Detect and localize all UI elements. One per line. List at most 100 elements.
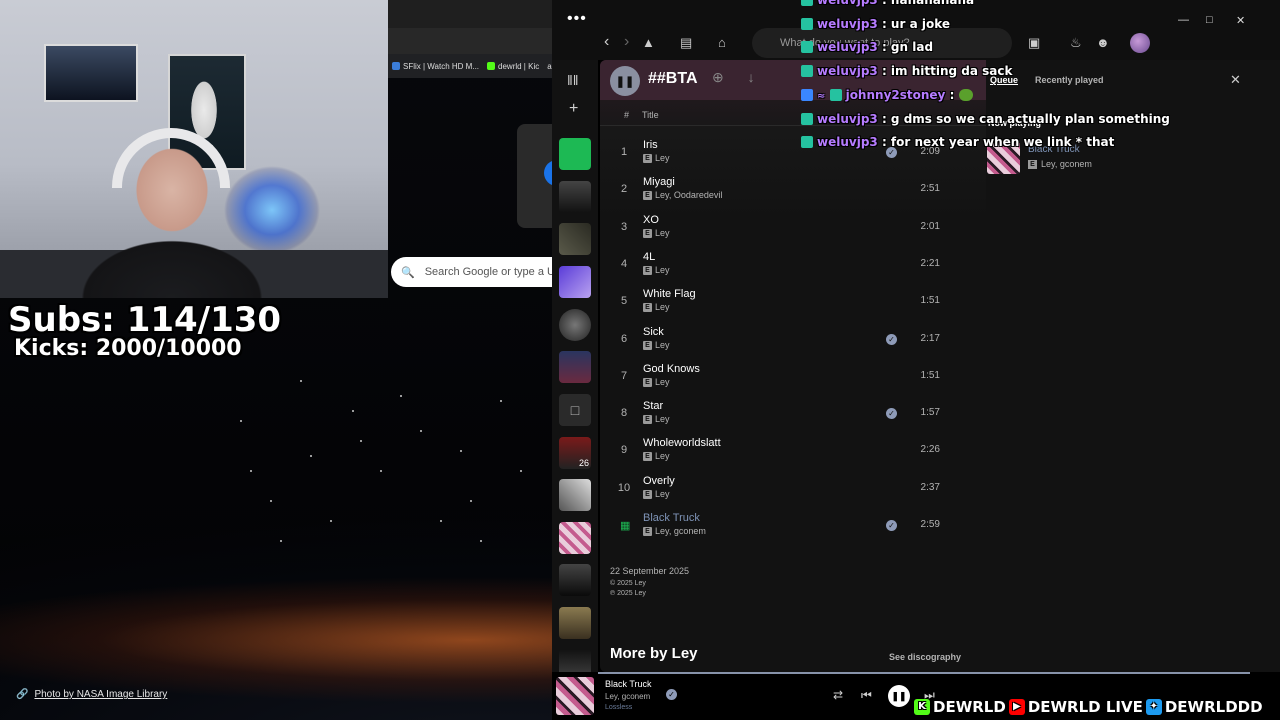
folder-icon[interactable]: □ bbox=[559, 394, 591, 426]
track-number: 1 bbox=[620, 146, 628, 158]
see-discography-link[interactable]: See discography bbox=[889, 652, 961, 662]
close-icon[interactable]: ✕ bbox=[1236, 14, 1245, 27]
equalizer-icon: ▦ bbox=[620, 520, 631, 532]
kick-handle: DEWRLD bbox=[933, 698, 1006, 716]
track-row[interactable]: ▦ Black Truck E Ley, gconem ✓ 2:59 bbox=[600, 509, 992, 546]
player-track-artist[interactable]: Ley, gconem bbox=[605, 692, 650, 701]
track-artist[interactable]: Ley bbox=[655, 228, 670, 238]
google-search-box[interactable]: 🔍 Search Google or type a URL bbox=[391, 257, 561, 287]
track-row[interactable]: 8 Star E Ley ✓ 1:57 bbox=[600, 397, 992, 434]
back-icon[interactable]: ‹ bbox=[604, 33, 609, 51]
library-sidebar: ‖‖ + □ 26 bbox=[552, 60, 598, 681]
library-item[interactable] bbox=[559, 522, 591, 554]
library-item[interactable] bbox=[559, 351, 591, 383]
subscriber-badge-icon bbox=[801, 112, 813, 125]
chat-username: weluvjp3 bbox=[817, 0, 878, 7]
bookmark-sflix[interactable]: SFlix | Watch HD M... bbox=[392, 62, 479, 71]
subscriber-badge-icon bbox=[829, 88, 842, 101]
explicit-badge: E bbox=[643, 415, 652, 425]
player-pause-button[interactable]: ❚❚ bbox=[888, 685, 910, 707]
saved-check-icon[interactable]: ✓ bbox=[886, 408, 897, 420]
track-row[interactable]: 6 Sick E Ley ✓ 2:17 bbox=[600, 323, 992, 360]
playback-progress[interactable] bbox=[598, 672, 1250, 674]
maximize-icon[interactable]: □ bbox=[1206, 14, 1213, 26]
chat-message: weluvjp3 : hahahahaha bbox=[801, 0, 974, 7]
track-artist[interactable]: Ley bbox=[655, 377, 670, 387]
track-artist[interactable]: Ley bbox=[655, 451, 670, 461]
track-artist[interactable]: Ley bbox=[655, 153, 670, 163]
track-name[interactable]: Sick bbox=[643, 326, 664, 338]
track-row[interactable]: 3 XO E Ley 2:01 bbox=[600, 211, 992, 248]
photo-credit-link[interactable]: 🔗 Photo by NASA Image Library bbox=[16, 689, 167, 700]
library-item-artist[interactable] bbox=[559, 309, 591, 341]
saved-check-icon[interactable]: ✓ bbox=[886, 333, 897, 345]
library-item-liked-songs[interactable] bbox=[559, 266, 591, 298]
saved-check-icon[interactable]: ✓ bbox=[886, 520, 897, 531]
library-item[interactable] bbox=[559, 479, 591, 511]
browser-address-bar[interactable] bbox=[388, 28, 552, 54]
track-artist[interactable]: Ley bbox=[655, 340, 670, 350]
cart-icon[interactable]: ▤ bbox=[680, 35, 692, 51]
playlist-action-icons[interactable]: ⊕ ↓ bbox=[712, 69, 765, 86]
player-album-art[interactable] bbox=[556, 677, 594, 715]
library-item-saved[interactable] bbox=[559, 138, 591, 170]
star bbox=[300, 380, 302, 382]
forward-icon[interactable]: › bbox=[624, 33, 629, 51]
saved-check-icon[interactable]: ✓ bbox=[666, 689, 677, 700]
player-track-title[interactable]: Black Truck bbox=[605, 679, 652, 689]
bookmark-dewrld-kick[interactable]: dewrld | Kic bbox=[487, 62, 539, 71]
library-item[interactable] bbox=[559, 607, 591, 639]
track-row[interactable]: 7 God Knows E Ley 1:51 bbox=[600, 360, 992, 397]
track-artist[interactable]: Ley bbox=[655, 489, 670, 499]
fire-icon[interactable]: ▲ bbox=[642, 35, 655, 50]
track-name[interactable]: Iris bbox=[643, 139, 658, 151]
track-row[interactable]: 10 Overly E Ley 2:37 bbox=[600, 472, 992, 509]
more-options-icon[interactable]: ••• bbox=[567, 10, 587, 28]
home-icon[interactable]: ⌂ bbox=[718, 35, 726, 50]
track-duration: 2:01 bbox=[920, 220, 940, 232]
track-name[interactable]: 4L bbox=[643, 251, 655, 263]
star bbox=[352, 410, 354, 412]
now-playing-artist[interactable]: Ley, gconem bbox=[1041, 159, 1092, 169]
explicit-badge: E bbox=[643, 265, 652, 275]
track-name[interactable]: Wholeworldslatt bbox=[643, 437, 721, 449]
track-row[interactable]: 2 Miyagi E Ley, Oodaredevil 2:51 bbox=[600, 173, 992, 210]
track-artist[interactable]: Ley, gconem bbox=[655, 526, 706, 536]
track-name[interactable]: Black Truck bbox=[643, 512, 700, 524]
track-name[interactable]: Star bbox=[643, 400, 663, 412]
star bbox=[500, 400, 502, 402]
track-name[interactable]: Overly bbox=[643, 475, 675, 487]
track-row[interactable]: 4 4L E Ley 2:21 bbox=[600, 248, 992, 285]
star bbox=[420, 430, 422, 432]
track-artist[interactable]: Ley bbox=[655, 302, 670, 312]
chat-username: weluvjp3 bbox=[817, 64, 878, 79]
track-name[interactable]: God Knows bbox=[643, 363, 700, 375]
library-item[interactable]: 26 bbox=[559, 437, 591, 469]
explicit-badge: E bbox=[643, 527, 652, 536]
social-handles: K DEWRLD ▶ DEWRLD LIVE ✦ DEWRLDDD bbox=[914, 696, 1263, 718]
track-duration: 2:37 bbox=[920, 481, 940, 493]
track-row[interactable]: 9 Wholeworldslatt E Ley 2:26 bbox=[600, 434, 992, 471]
track-number: 4 bbox=[620, 257, 628, 270]
previous-icon[interactable]: ⏮ bbox=[861, 688, 872, 703]
close-icon[interactable]: ✕ bbox=[1230, 72, 1241, 88]
library-item[interactable] bbox=[559, 564, 591, 596]
library-item[interactable] bbox=[559, 223, 591, 255]
track-artist[interactable]: Ley bbox=[655, 265, 670, 275]
chat-username: weluvjp3 bbox=[817, 111, 878, 126]
star bbox=[470, 500, 472, 502]
track-name[interactable]: XO bbox=[643, 214, 659, 226]
track-artist[interactable]: Ley, Oodaredevil bbox=[655, 190, 722, 200]
track-artist[interactable]: Ley bbox=[655, 414, 670, 424]
library-item[interactable] bbox=[559, 181, 591, 213]
track-row[interactable]: 5 White Flag E Ley 1:51 bbox=[600, 285, 992, 322]
star bbox=[270, 500, 272, 502]
track-name[interactable]: White Flag bbox=[643, 288, 696, 300]
chat-username: weluvjp3 bbox=[817, 135, 878, 150]
shuffle-icon[interactable]: ⇄ bbox=[833, 688, 843, 702]
pause-button[interactable]: ❚❚ bbox=[610, 66, 640, 96]
track-number: 2 bbox=[620, 183, 628, 196]
library-icon[interactable]: ‖‖ bbox=[567, 72, 579, 88]
create-icon[interactable]: + bbox=[569, 100, 578, 118]
track-name[interactable]: Miyagi bbox=[643, 176, 675, 188]
